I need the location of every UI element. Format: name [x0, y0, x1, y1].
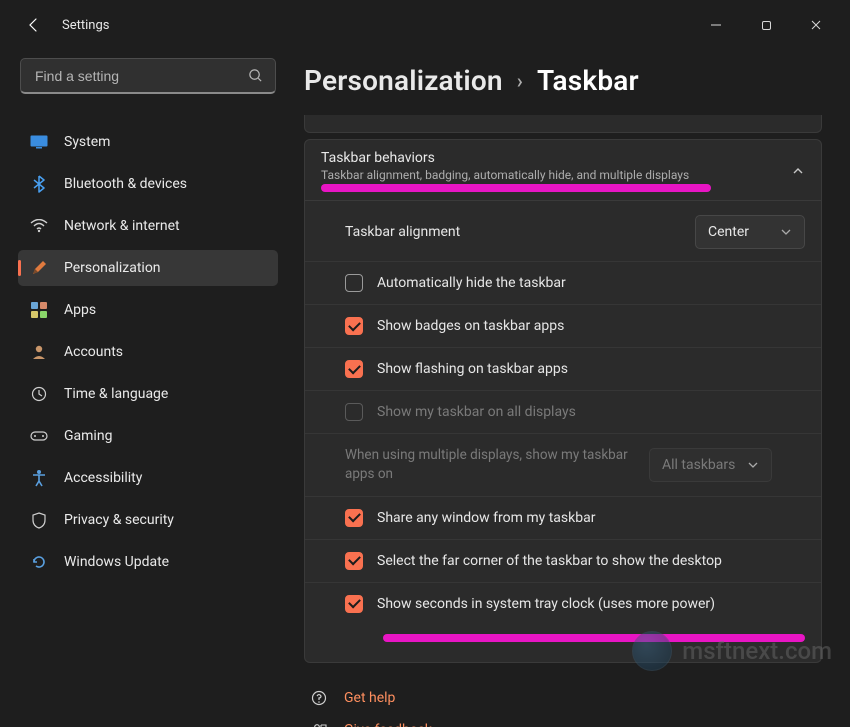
row-alldisplays: Show my taskbar on all displays	[305, 390, 821, 433]
checkbox-show-seconds[interactable]	[345, 595, 363, 613]
alignment-select[interactable]: Center	[695, 215, 805, 249]
sidebar-item-apps[interactable]: Apps	[18, 292, 278, 328]
display-icon	[30, 133, 48, 151]
wifi-icon	[30, 217, 48, 235]
row-multidisplay: When using multiple displays, show my ta…	[305, 433, 821, 496]
sidebar-item-label: Network & internet	[64, 218, 180, 234]
row-autohide[interactable]: Automatically hide the taskbar	[305, 261, 821, 304]
row-label: Select the far corner of the taskbar to …	[377, 553, 722, 569]
row-label: Share any window from my taskbar	[377, 510, 595, 526]
feedback-icon	[310, 721, 328, 727]
row-far-corner[interactable]: Select the far corner of the taskbar to …	[305, 539, 821, 582]
previous-section-clip	[304, 115, 822, 133]
sidebar-item-label: Bluetooth & devices	[64, 176, 187, 192]
select-value: All taskbars	[662, 457, 735, 473]
link-text: Get help	[344, 690, 395, 706]
sidebar-item-privacy[interactable]: Privacy & security	[18, 502, 278, 538]
row-show-seconds[interactable]: Show seconds in system tray clock (uses …	[305, 582, 821, 660]
sidebar: System Bluetooth & devices Network & int…	[0, 50, 290, 727]
chevron-right-icon: ›	[517, 69, 523, 93]
sidebar-item-label: Time & language	[64, 386, 168, 402]
multidisplay-select: All taskbars	[649, 448, 772, 482]
checkbox-badges[interactable]	[345, 317, 363, 335]
sidebar-item-system[interactable]: System	[18, 124, 278, 160]
sidebar-item-time[interactable]: Time & language	[18, 376, 278, 412]
breadcrumb: Personalization › Taskbar	[304, 64, 826, 97]
link-text: Give feedback	[344, 722, 432, 727]
row-label: Show seconds in system tray clock (uses …	[377, 596, 715, 612]
content-pane: Personalization › Taskbar Taskbar behavi…	[290, 50, 850, 727]
row-label: Automatically hide the taskbar	[377, 275, 566, 291]
chevron-down-icon	[780, 226, 792, 238]
help-icon	[310, 689, 328, 707]
shield-icon	[30, 511, 48, 529]
sidebar-item-network[interactable]: Network & internet	[18, 208, 278, 244]
row-label: When using multiple displays, show my ta…	[345, 446, 635, 484]
clock-icon	[30, 385, 48, 403]
select-value: Center	[708, 224, 749, 240]
row-badges[interactable]: Show badges on taskbar apps	[305, 304, 821, 347]
search-icon	[248, 68, 263, 83]
app-title: Settings	[62, 18, 109, 33]
row-label: Show my taskbar on all displays	[377, 404, 576, 420]
maximize-button[interactable]	[752, 11, 780, 39]
apps-icon	[30, 301, 48, 319]
back-button[interactable]	[24, 15, 44, 35]
sidebar-item-label: Accessibility	[64, 470, 142, 486]
accessibility-icon	[30, 469, 48, 487]
give-feedback-link[interactable]: Give feedback	[310, 721, 822, 727]
checkbox-flashing[interactable]	[345, 360, 363, 378]
checkbox-alldisplays	[345, 403, 363, 421]
section-header-behaviors[interactable]: Taskbar behaviors Taskbar alignment, bad…	[304, 139, 822, 201]
section-subtitle: Taskbar alignment, badging, automaticall…	[321, 168, 711, 182]
sidebar-item-gaming[interactable]: Gaming	[18, 418, 278, 454]
sidebar-item-label: Personalization	[64, 260, 161, 276]
scroll-region[interactable]: Taskbar behaviors Taskbar alignment, bad…	[304, 115, 826, 727]
sidebar-item-label: Apps	[64, 302, 96, 318]
sidebar-item-personalization[interactable]: Personalization	[18, 250, 278, 286]
breadcrumb-current: Taskbar	[537, 64, 639, 97]
person-icon	[30, 343, 48, 361]
highlight-underline	[383, 634, 805, 642]
row-label: Show flashing on taskbar apps	[377, 361, 568, 377]
footer-links: Get help Give feedback	[304, 689, 822, 727]
row-share-window[interactable]: Share any window from my taskbar	[305, 496, 821, 539]
gamepad-icon	[30, 427, 48, 445]
checkbox-autohide[interactable]	[345, 274, 363, 292]
get-help-link[interactable]: Get help	[310, 689, 822, 707]
paintbrush-icon	[30, 259, 48, 277]
checkbox-share-window[interactable]	[345, 509, 363, 527]
chevron-up-icon	[791, 164, 805, 178]
search-box[interactable]	[20, 58, 276, 94]
breadcrumb-parent[interactable]: Personalization	[304, 64, 503, 97]
row-label: Taskbar alignment	[345, 224, 460, 240]
minimize-button[interactable]	[702, 11, 730, 39]
row-taskbar-alignment: Taskbar alignment Center	[305, 203, 821, 261]
sidebar-item-accounts[interactable]: Accounts	[18, 334, 278, 370]
search-input[interactable]	[33, 67, 248, 85]
highlight-underline	[321, 184, 711, 192]
update-icon	[30, 553, 48, 571]
title-bar: Settings	[0, 0, 850, 50]
section-body-behaviors: Taskbar alignment Center Automatically h…	[304, 201, 822, 663]
sidebar-item-accessibility[interactable]: Accessibility	[18, 460, 278, 496]
sidebar-item-label: Privacy & security	[64, 512, 174, 528]
sidebar-item-label: Gaming	[64, 428, 112, 444]
checkbox-far-corner[interactable]	[345, 552, 363, 570]
close-button[interactable]	[802, 11, 830, 39]
row-flashing[interactable]: Show flashing on taskbar apps	[305, 347, 821, 390]
sidebar-item-updates[interactable]: Windows Update	[18, 544, 278, 580]
sidebar-item-bluetooth[interactable]: Bluetooth & devices	[18, 166, 278, 202]
chevron-down-icon	[747, 459, 759, 471]
section-title: Taskbar behaviors	[321, 150, 711, 166]
sidebar-item-label: Accounts	[64, 344, 123, 360]
sidebar-item-label: System	[64, 134, 110, 150]
bluetooth-icon	[30, 175, 48, 193]
row-label: Show badges on taskbar apps	[377, 318, 564, 334]
sidebar-item-label: Windows Update	[64, 554, 169, 570]
